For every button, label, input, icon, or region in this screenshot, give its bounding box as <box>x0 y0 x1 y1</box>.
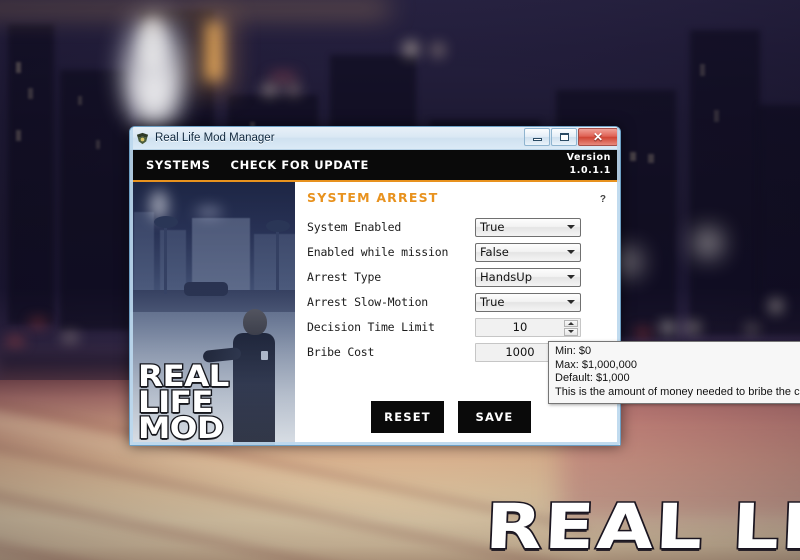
chevron-down-icon <box>567 275 575 279</box>
reset-button[interactable]: RESET <box>371 401 444 433</box>
version-info: Version 1.0.1.1 <box>567 151 611 177</box>
app-icon <box>136 132 149 144</box>
save-button[interactable]: SAVE <box>458 401 531 433</box>
chevron-down-icon <box>567 300 575 304</box>
label-enabled-while-mission: Enabled while mission <box>307 245 449 259</box>
label-system-enabled: System Enabled <box>307 220 402 234</box>
section-header: SYSTEM ARREST ? <box>307 190 608 205</box>
section-title: SYSTEM ARREST <box>307 190 439 205</box>
menu-item-check-for-update[interactable]: CHECK FOR UPDATE <box>231 158 369 172</box>
help-icon[interactable]: ? <box>598 194 608 205</box>
combo-value-system-enabled: True <box>480 220 505 234</box>
minimize-button[interactable] <box>524 128 550 146</box>
menu-item-systems[interactable]: SYSTEMS <box>146 158 211 172</box>
action-buttons: RESET SAVE <box>371 401 531 433</box>
field-row-arrest-type: Arrest Type HandsUp <box>307 265 608 289</box>
close-icon: ✕ <box>592 130 604 144</box>
window-title: Real Life Mod Manager <box>155 132 275 144</box>
label-decision-time-limit: Decision Time Limit <box>307 320 435 334</box>
tooltip-line-min: Min: $0 <box>555 345 592 357</box>
combo-value-arrest-type: HandsUp <box>480 270 532 284</box>
minimize-icon <box>532 138 542 141</box>
version-label: Version <box>566 152 611 163</box>
arrow-up-icon <box>568 321 574 325</box>
maximize-button[interactable] <box>551 128 577 146</box>
spinner-decision-time-limit[interactable]: 10 <box>475 317 581 337</box>
spinner-down-button-decision-time-limit[interactable] <box>564 328 578 336</box>
label-bribe-cost: Bribe Cost <box>307 345 375 359</box>
field-row-system-enabled: System Enabled True <box>307 215 608 239</box>
close-button[interactable]: ✕ <box>578 128 618 146</box>
tooltip-line-default: Default: $1,000 <box>555 372 630 384</box>
label-arrest-type: Arrest Type <box>307 270 381 284</box>
spinner-buttons <box>564 319 578 336</box>
logo-line-3: MOD <box>137 411 226 445</box>
combo-system-enabled[interactable]: True <box>475 217 581 237</box>
label-arrest-slow-motion: Arrest Slow-Motion <box>307 295 429 309</box>
screen-root: REAL LI Real Life Mod Manager ✕ SYSTEMS … <box>0 0 800 560</box>
field-row-enabled-while-mission: Enabled while mission False <box>307 240 608 264</box>
bribe-cost-tooltip: Min: $0 Max: $1,000,000 Default: $1,000 … <box>548 341 800 404</box>
combo-enabled-while-mission[interactable]: False <box>475 242 581 262</box>
window-controls: ✕ <box>524 128 618 146</box>
settings-panel: SYSTEM ARREST ? System Enabled True Enab… <box>295 182 620 445</box>
menu-bar: SYSTEMS CHECK FOR UPDATE Version 1.0.1.1 <box>130 150 620 180</box>
combo-value-arrest-slow-motion: True <box>480 295 505 309</box>
field-row-decision-time-limit: Decision Time Limit 10 <box>307 315 608 339</box>
field-row-arrest-slow-motion: Arrest Slow-Motion True <box>307 290 608 314</box>
watermark-real-life: REAL LI <box>483 488 800 560</box>
brand-art-panel: REAL LIFE MOD <box>130 182 295 445</box>
version-number: 1.0.1.1 <box>569 165 611 176</box>
chevron-down-icon <box>567 225 575 229</box>
title-bar[interactable]: Real Life Mod Manager ✕ <box>130 127 620 150</box>
window-body: REAL LIFE MOD SYSTEM ARREST ? System Ena… <box>130 182 620 445</box>
real-life-mod-logo: REAL LIFE MOD <box>137 360 231 445</box>
arrow-down-icon <box>568 330 574 334</box>
combo-value-enabled-while-mission: False <box>480 245 509 259</box>
tooltip-line-description: This is the amount of money needed to br… <box>555 385 800 398</box>
spinner-up-button-decision-time-limit[interactable] <box>564 319 578 327</box>
tooltip-line-max: Max: $1,000,000 <box>555 358 637 371</box>
maximize-icon <box>559 133 569 141</box>
combo-arrest-slow-motion[interactable]: True <box>475 292 581 312</box>
chevron-down-icon <box>567 250 575 254</box>
combo-arrest-type[interactable]: HandsUp <box>475 267 581 287</box>
